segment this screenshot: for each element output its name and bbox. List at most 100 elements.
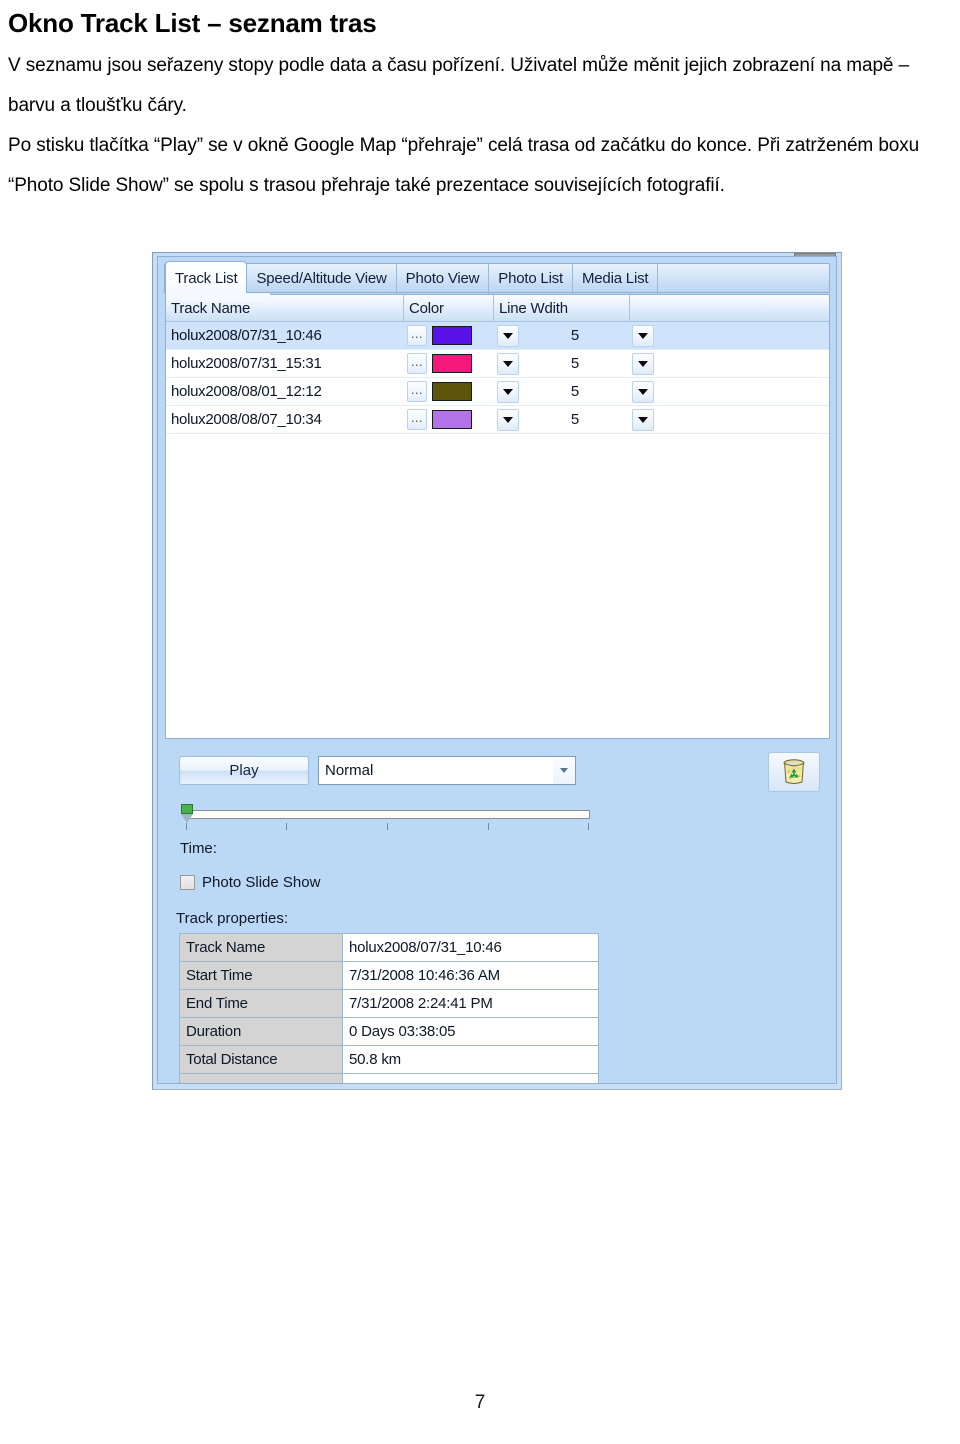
document-body: Okno Track List – seznam tras V seznamu … [8, 6, 960, 206]
row-blank-cell [658, 406, 829, 433]
line-width-dropdown-button[interactable] [632, 324, 654, 347]
table-row: Duration 0 Days 03:38:05 [180, 1018, 598, 1046]
line-width-dropdown-cell [628, 322, 658, 349]
ellipsis-button[interactable]: ⋯ [407, 353, 427, 374]
line-width-cell: 5 [570, 411, 580, 428]
table-row[interactable]: holux2008/07/31_15:31 ⋯ 5 [166, 350, 829, 378]
tab-list: Track List Speed/Altitude View Photo Vie… [165, 261, 659, 295]
chevron-down-icon [638, 416, 648, 423]
line-width-dropdown-button[interactable] [632, 352, 654, 375]
time-label: Time: [180, 840, 217, 857]
chevron-down-icon [503, 360, 513, 367]
table-row: Track Name holux2008/07/31_10:46 [180, 934, 598, 962]
color-swatch[interactable] [432, 354, 472, 373]
track-properties-heading: Track properties: [176, 910, 288, 927]
track-browse-cell: ⋯ [404, 350, 430, 377]
color-dropdown-button[interactable] [497, 352, 519, 375]
track-browse-cell: ⋯ [404, 378, 430, 405]
slider-track[interactable] [186, 810, 590, 819]
tab-strip: Track List Speed/Altitude View Photo Vie… [164, 261, 830, 300]
table-row: End Time 7/31/2008 2:24:41 PM [180, 990, 598, 1018]
color-dropdown-button[interactable] [497, 324, 519, 347]
chevron-down-icon [503, 416, 513, 423]
tab-label: Speed/Altitude View [256, 270, 387, 287]
photo-slide-show-checkbox-row[interactable]: Photo Slide Show [180, 874, 320, 891]
line-width-dropdown-button[interactable] [632, 380, 654, 403]
line-width-cell: 5 [570, 355, 580, 372]
line-width-dropdown-cell [628, 406, 658, 433]
track-color-cell [430, 378, 494, 405]
property-key: Duration [180, 1018, 343, 1045]
play-button[interactable]: Play [179, 756, 309, 785]
line-width-dropdown-button[interactable] [632, 408, 654, 431]
playback-slider[interactable] [180, 802, 598, 832]
color-dropdown-button[interactable] [497, 380, 519, 403]
track-name-cell: holux2008/07/31_10:46 [171, 327, 322, 344]
tab-label: Photo View [405, 270, 480, 287]
row-blank-cell [658, 378, 829, 405]
color-dropdown-cell [494, 378, 522, 405]
tab-track-list[interactable]: Track List [165, 261, 248, 295]
page-number: 7 [474, 1392, 486, 1413]
tab-photo-view[interactable]: Photo View [397, 263, 490, 294]
track-color-cell [430, 350, 494, 377]
track-name-cell: holux2008/08/07_10:34 [171, 411, 322, 428]
chevron-down-icon [638, 360, 648, 367]
color-dropdown-cell [494, 350, 522, 377]
track-name-cell: holux2008/07/31_15:31 [171, 355, 322, 372]
line-width-dropdown-cell [628, 350, 658, 377]
property-value: 50.8 km [343, 1046, 598, 1073]
color-dropdown-cell [494, 322, 522, 349]
track-browse-cell: ⋯ [404, 406, 430, 433]
app-window-client: Track List Speed/Altitude View Photo Vie… [157, 256, 837, 1084]
slider-tick [488, 823, 489, 830]
slider-tick-marks [186, 823, 590, 831]
playback-speed-value: Normal [325, 762, 374, 779]
ellipsis-button[interactable]: ⋯ [407, 381, 427, 402]
column-header-line-width[interactable]: Line Wdith [494, 295, 630, 321]
color-dropdown-button[interactable] [497, 408, 519, 431]
property-value: 7/31/2008 2:24:41 PM [343, 990, 598, 1017]
page-title: Okno Track List – seznam tras [8, 8, 377, 38]
row-blank-cell [658, 322, 829, 349]
property-value: holux2008/07/31_10:46 [343, 934, 598, 961]
playback-speed-dropdown-button[interactable] [553, 757, 575, 784]
color-swatch[interactable] [432, 326, 472, 345]
table-row[interactable]: holux2008/08/07_10:34 ⋯ 5 [166, 406, 829, 434]
slider-thumb[interactable] [181, 804, 193, 823]
tab-media-list[interactable]: Media List [573, 263, 659, 294]
table-row[interactable]: holux2008/08/01_12:12 ⋯ 5 [166, 378, 829, 406]
table-row: Total Distance 50.8 km [180, 1046, 598, 1074]
ellipsis-button[interactable]: ⋯ [407, 325, 427, 346]
color-swatch[interactable] [432, 382, 472, 401]
track-list-panel: Track Name Color Line Wdith holux2008/07… [165, 294, 830, 739]
column-header-blank[interactable] [630, 295, 829, 321]
slider-tick [186, 823, 187, 830]
tab-label: Media List [581, 270, 649, 287]
column-header-color[interactable]: Color [404, 295, 494, 321]
chevron-down-icon [503, 388, 513, 395]
photo-slide-show-checkbox[interactable] [180, 875, 195, 890]
track-color-cell [430, 406, 494, 433]
slider-tick [387, 823, 388, 830]
paragraph-1: V seznamu jsou seřazeny stopy podle data… [8, 55, 910, 116]
property-value: 0 Days 03:38:05 [343, 1018, 598, 1045]
color-swatch[interactable] [432, 410, 472, 429]
table-row-empty [180, 1074, 598, 1083]
delete-track-button[interactable] [768, 752, 820, 792]
chevron-down-icon [638, 332, 648, 339]
ellipsis-button[interactable]: ⋯ [407, 409, 427, 430]
table-row[interactable]: holux2008/07/31_10:46 ⋯ 5 [166, 322, 829, 350]
application-screenshot: Track List Speed/Altitude View Photo Vie… [152, 252, 842, 1090]
property-value: 7/31/2008 10:46:36 AM [343, 962, 598, 989]
app-window: Track List Speed/Altitude View Photo Vie… [152, 252, 842, 1090]
property-key [180, 1074, 343, 1083]
chevron-down-icon [638, 388, 648, 395]
color-dropdown-cell [494, 406, 522, 433]
playback-speed-select[interactable]: Normal [318, 756, 576, 785]
track-name-cell: holux2008/08/01_12:12 [171, 383, 322, 400]
tab-speed-altitude-view[interactable]: Speed/Altitude View [247, 263, 397, 294]
play-button-label: Play [229, 762, 259, 779]
tab-photo-list[interactable]: Photo List [489, 263, 573, 294]
photo-slide-show-label: Photo Slide Show [202, 874, 321, 891]
